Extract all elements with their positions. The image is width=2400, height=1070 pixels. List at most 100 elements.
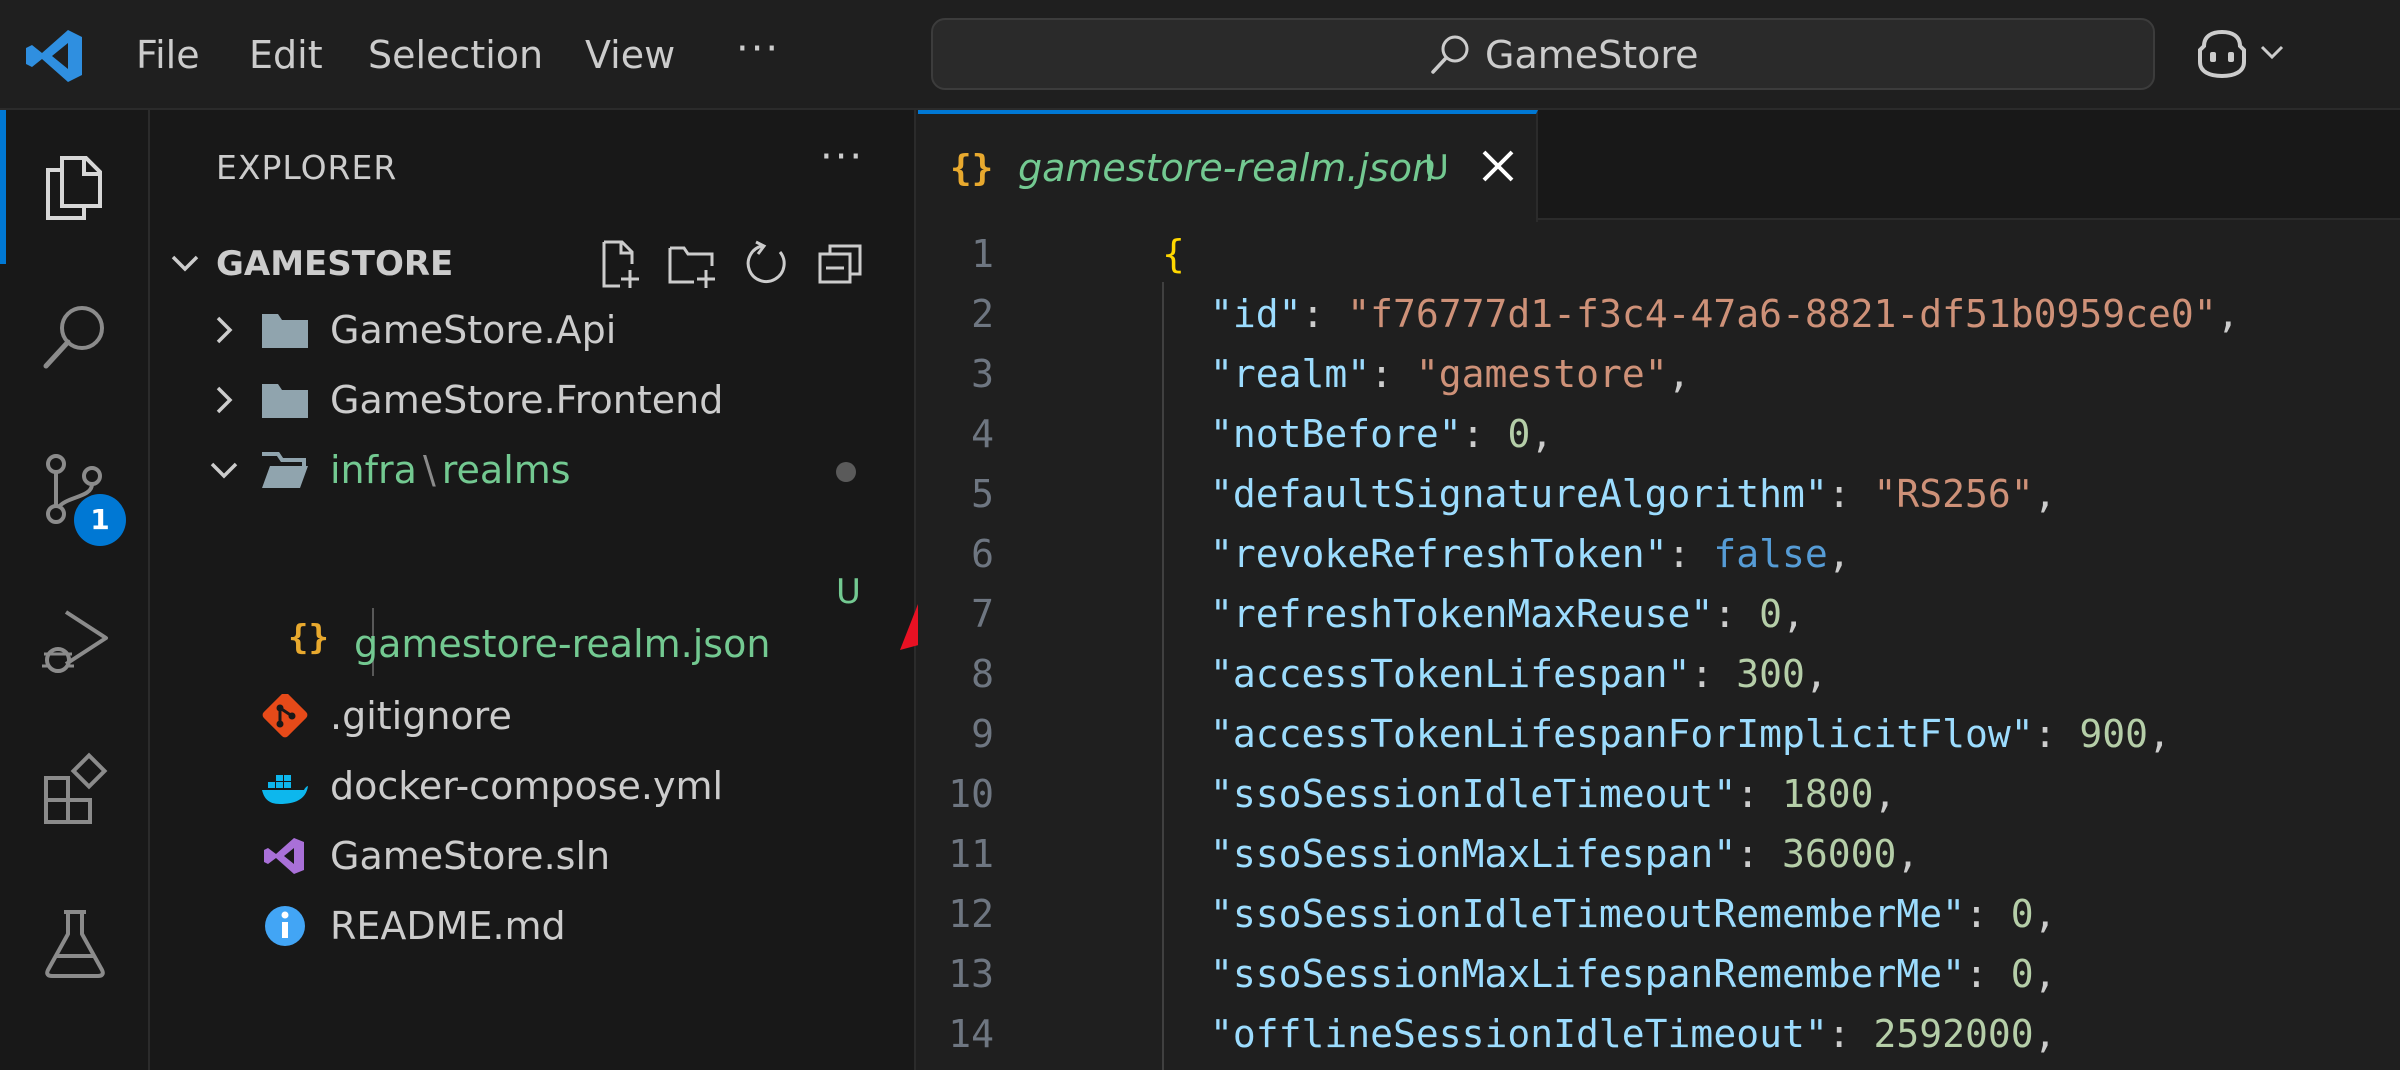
line-content: "realm": "gamestore",: [1210, 344, 1690, 404]
visual-studio-icon: [264, 838, 304, 874]
collapse-all-icon[interactable]: [814, 238, 866, 290]
menu-more-button[interactable]: ···: [736, 24, 780, 74]
json-key: "offlineSessionIdleTimeout": [1210, 1012, 1828, 1056]
brace-token: {: [1162, 232, 1185, 276]
tree-item-infra-realms[interactable]: infra \ realms: [150, 436, 916, 504]
search-icon: [1431, 35, 1469, 74]
tree-item-label: GameStore.sln: [330, 834, 611, 878]
code-line[interactable]: 13 "ssoSessionMaxLifespanRememberMe": 0,: [918, 944, 2400, 1004]
tree-item-label: gamestore-realm.json: [354, 622, 771, 666]
folder-icon: [262, 384, 308, 418]
code-line[interactable]: 6 "revokeRefreshToken": false,: [918, 524, 2400, 584]
code-line[interactable]: 1{: [918, 224, 2400, 284]
json-key: "realm": [1210, 352, 1371, 396]
vscode-logo-icon[interactable]: [24, 28, 84, 84]
tree-item-gamestore-api[interactable]: GameStore.Api: [150, 296, 916, 364]
comma-token: ,: [2033, 892, 2057, 936]
json-value: 0: [1507, 412, 1531, 456]
new-file-icon[interactable]: [592, 238, 644, 290]
json-value: 0: [2010, 952, 2034, 996]
refresh-icon[interactable]: [740, 238, 792, 290]
new-folder-icon[interactable]: [666, 238, 718, 290]
comma-token: ,: [2216, 292, 2240, 336]
testing-flask-icon[interactable]: [36, 904, 114, 982]
code-line[interactable]: 8 "accessTokenLifespan": 300,: [918, 644, 2400, 704]
line-content: {: [1162, 224, 1185, 284]
line-content: "notBefore": 0,: [1210, 404, 1553, 464]
close-icon[interactable]: [1478, 146, 1518, 186]
explorer-files-icon[interactable]: [36, 148, 114, 226]
line-number: 11: [948, 832, 994, 876]
workspace-section-header[interactable]: GAMESTORE: [150, 230, 916, 296]
colon-token: :: [1827, 472, 1874, 516]
menu-file[interactable]: File: [136, 30, 200, 80]
tree-item-label: docker-compose.yml: [330, 764, 724, 808]
code-line[interactable]: 12 "ssoSessionIdleTimeoutRememberMe": 0,: [918, 884, 2400, 944]
json-value: "RS256": [1873, 472, 2034, 516]
code-line[interactable]: 14 "offlineSessionIdleTimeout": 2592000,: [918, 1004, 2400, 1064]
code-line[interactable]: 4 "notBefore": 0,: [918, 404, 2400, 464]
tree-item-gitignore[interactable]: .gitignore: [150, 682, 916, 750]
comma-token: ,: [2033, 1012, 2057, 1056]
comma-token: ,: [1804, 652, 1828, 696]
colon-token: :: [2033, 712, 2080, 756]
code-line[interactable]: 9 "accessTokenLifespanForImplicitFlow": 9…: [918, 704, 2400, 764]
explorer-more-actions-button[interactable]: ···: [820, 134, 864, 180]
source-control-badge: 1: [74, 494, 126, 546]
chevron-down-icon[interactable]: [2258, 42, 2286, 62]
code-line[interactable]: 10 "ssoSessionIdleTimeout": 1800,: [918, 764, 2400, 824]
title-bar: File Edit Selection View ··· GameStore: [0, 0, 2400, 110]
tab-label: gamestore-realm.json: [1018, 146, 1437, 190]
menu-view[interactable]: View: [585, 30, 675, 80]
menu-edit[interactable]: Edit: [249, 30, 323, 80]
command-center-search[interactable]: GameStore: [931, 18, 2155, 90]
menu-selection[interactable]: Selection: [368, 30, 543, 80]
comma-token: ,: [2148, 712, 2171, 756]
chevron-down-icon: [210, 462, 238, 479]
json-key: "defaultSignatureAlgorithm": [1210, 472, 1828, 516]
copilot-icon[interactable]: [2194, 28, 2250, 80]
explorer-sidebar: EXPLORER ··· GAMESTORE GameStore.Api Gam…: [150, 110, 1050, 1070]
editor-tab-bar: {} gamestore-realm.json U: [918, 110, 2400, 222]
code-line[interactable]: 3 "realm": "gamestore",: [918, 344, 2400, 404]
tree-item-gamestore-frontend[interactable]: GameStore.Frontend: [150, 366, 916, 434]
json-key: "accessTokenLifespan": [1210, 652, 1691, 696]
json-value: 0: [1759, 592, 1782, 636]
colon-token: :: [1713, 592, 1760, 636]
comma-token: ,: [1827, 532, 1851, 576]
tab-gamestore-realm-json[interactable]: {} gamestore-realm.json U: [918, 110, 1538, 222]
code-line[interactable]: 7 "refreshTokenMaxReuse": 0,: [918, 584, 2400, 644]
json-value: false: [1713, 532, 1828, 576]
folder-icon: [262, 314, 308, 348]
code-line[interactable]: 2 "id": "f76777d1-f3c4-47a6-8821-df51b095…: [918, 284, 2400, 344]
line-content: "accessTokenLifespan": 300,: [1210, 644, 1828, 704]
active-view-indicator: [0, 110, 6, 264]
line-content: "defaultSignatureAlgorithm": "RS256",: [1210, 464, 2057, 524]
run-debug-icon[interactable]: [36, 602, 114, 680]
path-separator: \: [422, 448, 436, 492]
comma-token: ,: [1873, 772, 1897, 816]
line-content: "offlineSessionIdleTimeout": 2592000,: [1210, 1004, 2057, 1064]
tree-item-gamestore-realm-json[interactable]: {} gamestore-realm.json U: [150, 572, 916, 678]
extensions-icon[interactable]: [36, 752, 114, 830]
comma-token: ,: [1896, 832, 1920, 876]
git-icon: [262, 694, 308, 738]
chevron-right-icon: [216, 316, 233, 344]
line-number: 9: [971, 712, 994, 756]
tree-item-gamestore-sln[interactable]: GameStore.sln: [150, 822, 916, 890]
search-icon[interactable]: [36, 298, 114, 376]
info-icon: [265, 906, 305, 946]
tree-item-readme[interactable]: README.md: [150, 892, 916, 960]
json-key: "id": [1210, 292, 1302, 336]
line-number: 2: [971, 292, 994, 336]
line-number: 5: [971, 472, 994, 516]
code-line[interactable]: 11 "ssoSessionMaxLifespan": 36000,: [918, 824, 2400, 884]
colon-token: :: [1667, 532, 1714, 576]
tree-item-docker-compose[interactable]: docker-compose.yml: [150, 752, 916, 820]
line-number: 14: [948, 1012, 994, 1056]
json-key: "ssoSessionIdleTimeoutRememberMe": [1210, 892, 1965, 936]
code-editor[interactable]: 1{ 2 "id": "f76777d1-f3c4-47a6-8821-df51b0…: [918, 222, 2400, 1070]
json-value: "f76777d1-f3c4-47a6-8821-df51b0959ce0": [1347, 292, 2217, 336]
json-key: "ssoSessionMaxLifespan": [1210, 832, 1737, 876]
code-line[interactable]: 5 "defaultSignatureAlgorithm": "RS256",: [918, 464, 2400, 524]
